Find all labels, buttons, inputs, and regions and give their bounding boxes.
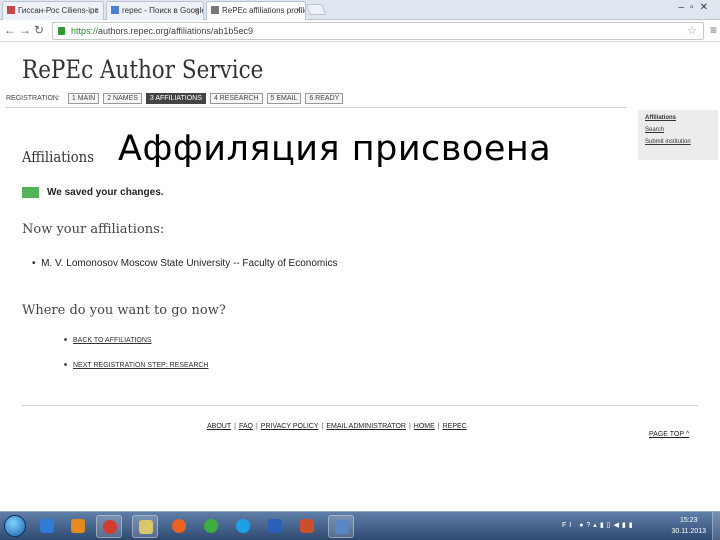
affiliations-heading: Now your affiliations: <box>22 222 165 237</box>
affiliation-name: M. V. Lomonosov Moscow State University … <box>41 258 338 269</box>
sidebar-item-affiliations[interactable]: Affiliations <box>645 115 711 121</box>
step-affiliations[interactable]: 3 Affiliations <box>145 93 206 104</box>
page-title: Affiliations <box>22 148 94 166</box>
tab-3-title: RePEc affiliations profile <box>222 6 306 15</box>
link-label: Next registration step: research <box>73 362 209 369</box>
taskbar-picture-viewer[interactable] <box>328 515 354 538</box>
next-step-research-link[interactable]: Next registration step: research <box>64 362 209 369</box>
footer-link-repec[interactable]: RePEc <box>443 423 467 430</box>
tab-3-active[interactable]: RePEc affiliations profile × <box>206 1 306 20</box>
google-favicon-icon <box>111 6 119 14</box>
affiliation-list-item: • M. V. Lomonosov Moscow State Universit… <box>32 258 337 269</box>
screen: Гиссан-Рос Ciliens-ipc × repec - Поиск в… <box>0 0 720 540</box>
taskbar-skype[interactable] <box>230 515 256 538</box>
clock[interactable]: 15:23 30.11.2013 <box>671 515 706 537</box>
back-arrow-icon[interactable]: ← <box>4 23 16 37</box>
footer-link-privacy[interactable]: Privacy policy <box>261 423 319 430</box>
page-favicon-icon <box>7 6 15 14</box>
firefox-icon <box>172 519 186 533</box>
success-indicator <box>22 187 39 198</box>
header-divider <box>6 107 626 108</box>
tray-icons[interactable]: ●?▴▮▯◀▮▮ <box>579 522 635 529</box>
overlay-caption: Аффиляция присвоена <box>118 129 552 169</box>
forward-arrow-icon[interactable]: → <box>19 23 31 37</box>
sidebar-item-submit-institution[interactable]: Submit institution <box>645 139 711 145</box>
step-names[interactable]: 2 Names <box>103 93 142 104</box>
word-icon <box>268 519 282 533</box>
start-button[interactable] <box>4 515 26 537</box>
show-desktop-button[interactable] <box>712 512 720 540</box>
step-main[interactable]: 1 Main <box>67 93 100 104</box>
tab-2-title: repec - Поиск в Google <box>122 6 204 15</box>
notepad-icon <box>139 520 153 534</box>
browser-toolbar: ← → ↻ https://authors.repec.org/affiliat… <box>0 20 720 42</box>
where-next-heading: Where do you want to go now? <box>22 303 226 318</box>
url-text: authors.repec.org/affiliations/ab1b5ec9 <box>98 26 253 36</box>
footer-link-email-admin[interactable]: Email administrator <box>326 423 406 430</box>
language-indicator[interactable]: FI <box>562 522 574 529</box>
system-tray: FI ●?▴▮▯◀▮▮ <box>562 521 636 529</box>
window-controls[interactable]: –▫✕ <box>679 2 715 13</box>
footer-links: About | FAQ | Privacy policy | Email administr… <box>207 423 467 430</box>
skype-icon <box>236 519 250 533</box>
close-tab-icon[interactable]: × <box>194 6 199 15</box>
footer-link-faq[interactable]: FAQ <box>239 423 253 430</box>
step-research[interactable]: 4 Research <box>209 93 263 104</box>
clock-date: 30.11.2013 <box>671 528 706 535</box>
step-ready[interactable]: 6 Ready <box>305 93 344 104</box>
taskbar-firefox[interactable] <box>166 515 192 538</box>
registration-label: Registration: <box>6 95 60 102</box>
taskbar-powerpoint[interactable] <box>294 515 320 538</box>
icq-flower-icon <box>204 519 218 533</box>
taskbar: FI ●?▴▮▯◀▮▮ 15:23 30.11.2013 <box>0 511 720 540</box>
address-bar[interactable]: https://authors.repec.org/affiliations/a… <box>52 22 704 40</box>
repec-favicon-icon <box>211 6 219 14</box>
saved-message: We saved your changes. <box>47 187 164 198</box>
registration-steps: Registration: 1 Main 2 Names 3 Affiliati… <box>6 93 345 104</box>
sidebar-item-search[interactable]: Search <box>645 127 711 133</box>
footer-link-home[interactable]: Home <box>414 423 435 430</box>
taskbar-ie[interactable] <box>34 515 60 538</box>
url-scheme: https:// <box>71 26 99 36</box>
close-tab-icon[interactable]: × <box>296 6 301 15</box>
bullet-icon <box>64 363 67 366</box>
link-label: Back to affiliations <box>73 337 152 344</box>
reload-icon[interactable]: ↻ <box>34 23 44 37</box>
taskbar-icq[interactable] <box>198 515 224 538</box>
bullet-icon <box>64 338 67 341</box>
new-tab-button[interactable] <box>305 4 327 15</box>
media-player-icon <box>71 519 85 533</box>
powerpoint-icon <box>300 519 314 533</box>
footer-divider <box>22 405 698 406</box>
taskbar-media-player[interactable] <box>65 515 91 538</box>
bullet-icon: • <box>32 258 42 269</box>
browser-menu-icon[interactable]: ≡ <box>710 23 717 37</box>
chrome-icon <box>103 520 117 534</box>
lock-icon <box>58 27 65 35</box>
bookmark-star-icon[interactable]: ☆ <box>687 24 697 37</box>
picture-viewer-icon <box>335 520 349 534</box>
ie-icon <box>40 519 54 533</box>
taskbar-notepad[interactable] <box>132 515 158 538</box>
tab-2[interactable]: repec - Поиск в Google × <box>106 1 204 20</box>
tab-1-title: Гиссан-Рос Ciliens-ipc <box>18 6 99 15</box>
step-email[interactable]: 5 Email <box>266 93 302 104</box>
page-top-link[interactable]: Page top ^ <box>649 431 689 438</box>
taskbar-word[interactable] <box>262 515 288 538</box>
site-brand: RePEc Author Service <box>22 55 264 84</box>
sidebar: Affiliations Search Submit institution <box>638 110 718 160</box>
footer-link-about[interactable]: About <box>207 423 231 430</box>
taskbar-chrome[interactable] <box>96 515 122 538</box>
browser-tab-strip: Гиссан-Рос Ciliens-ipc × repec - Поиск в… <box>0 0 720 20</box>
tab-1[interactable]: Гиссан-Рос Ciliens-ipc × <box>2 1 104 20</box>
back-to-affiliations-link[interactable]: Back to affiliations <box>64 337 152 344</box>
close-tab-icon[interactable]: × <box>94 6 99 15</box>
clock-time: 15:23 <box>679 517 698 524</box>
